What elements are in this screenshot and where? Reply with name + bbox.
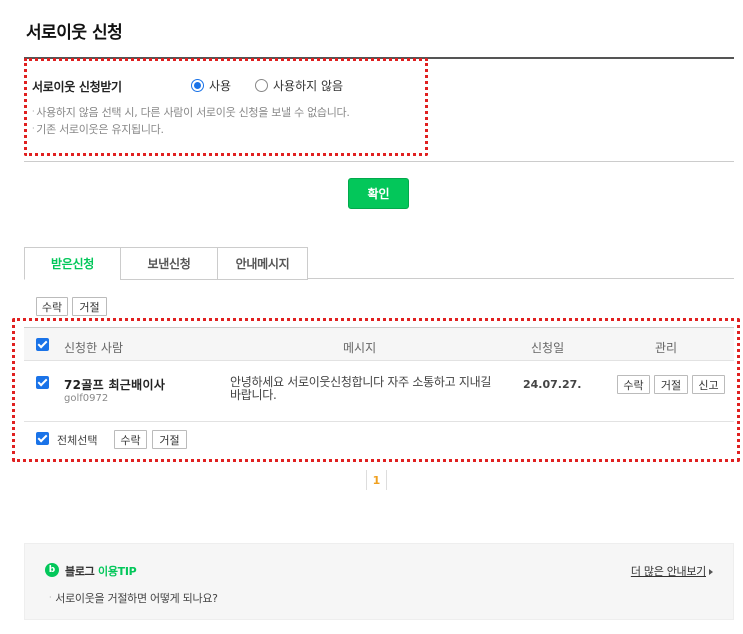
- select-all-label: 전체선택: [57, 434, 98, 447]
- requester-name[interactable]: 72골프 최근배이사: [64, 376, 165, 393]
- accept-button-row[interactable]: 수락: [617, 375, 650, 394]
- tip-box: b 블로그 이용TIP 더 많은 안내보기 · 서로이웃을 거절하면 어떻게 되나…: [24, 543, 734, 620]
- accept-button-top[interactable]: 수락: [36, 297, 68, 316]
- reject-button-top[interactable]: 거절: [72, 297, 107, 316]
- blog-logo-icon: b: [45, 563, 59, 577]
- tab-sent[interactable]: 보낸신청: [120, 247, 218, 280]
- tip-title-blog: 블로그: [65, 565, 95, 578]
- setting-note: · 기존 서로이웃은 유지됩니다.: [32, 123, 164, 136]
- confirm-button[interactable]: 확인: [348, 178, 409, 209]
- tab-received[interactable]: 받은신청: [24, 247, 121, 280]
- page-number-current[interactable]: 1: [366, 470, 387, 490]
- setting-note-text: 사용하지 않음 선택 시, 다른 사람이 서로이웃 신청을 보낼 수 없습니다.: [36, 106, 350, 119]
- tip-question-text: 서로이웃을 거절하면 어떻게 되나요?: [55, 592, 218, 605]
- row-divider: [24, 421, 734, 422]
- select-all-checkbox[interactable]: [36, 432, 49, 445]
- setting-note: · 사용하지 않음 선택 시, 다른 사람이 서로이웃 신청을 보낼 수 없습니다…: [32, 106, 350, 119]
- arrow-right-icon: [709, 569, 713, 575]
- tip-title: 블로그 이용TIP: [65, 563, 137, 579]
- tab-bar: 받은신청 보낸신청 안내메시지: [24, 247, 734, 280]
- row-checkbox[interactable]: [36, 376, 49, 389]
- page-title: 서로이웃 신청: [26, 23, 123, 43]
- more-guide-label: 더 많은 안내보기: [630, 565, 706, 578]
- tab-guide-message[interactable]: 안내메시지: [217, 247, 308, 280]
- tip-title-rest: 이용TIP: [94, 565, 137, 578]
- reject-button-row[interactable]: 거절: [654, 375, 688, 394]
- request-message: 안녕하세요 서로이웃신청합니다 자주 소통하고 지내길 바랍니다.: [230, 375, 492, 402]
- reject-button-bottom[interactable]: 거절: [152, 430, 187, 449]
- setting-note-text: 기존 서로이웃은 유지됩니다.: [36, 123, 164, 136]
- header-date: 신청일: [531, 341, 565, 355]
- report-button-row[interactable]: 신고: [692, 375, 725, 394]
- radio-use-label: 사용: [209, 79, 232, 93]
- section-divider: [24, 161, 734, 162]
- table-header: 신청한 사람 메시지 신청일 관리: [24, 327, 734, 361]
- header-requester: 신청한 사람: [64, 341, 124, 355]
- radio-not-use-label: 사용하지 않음: [273, 79, 344, 93]
- request-date: 24.07.27.: [523, 378, 582, 391]
- header-manage: 관리: [655, 341, 678, 355]
- radio-unchecked-icon: [255, 79, 268, 92]
- more-guide-link[interactable]: 더 많은 안내보기: [631, 563, 713, 579]
- radio-use[interactable]: 사용: [191, 77, 231, 94]
- accept-button-bottom[interactable]: 수락: [114, 430, 147, 449]
- requester-id: golf0972: [64, 393, 109, 404]
- select-all-header-checkbox[interactable]: [36, 338, 49, 351]
- tip-question-link[interactable]: · 서로이웃을 거절하면 어떻게 되나요?: [49, 590, 218, 606]
- radio-not-use[interactable]: 사용하지 않음: [255, 77, 343, 94]
- header-message: 메시지: [343, 341, 377, 355]
- setting-label: 서로이웃 신청받기: [32, 80, 122, 94]
- radio-checked-icon: [191, 79, 204, 92]
